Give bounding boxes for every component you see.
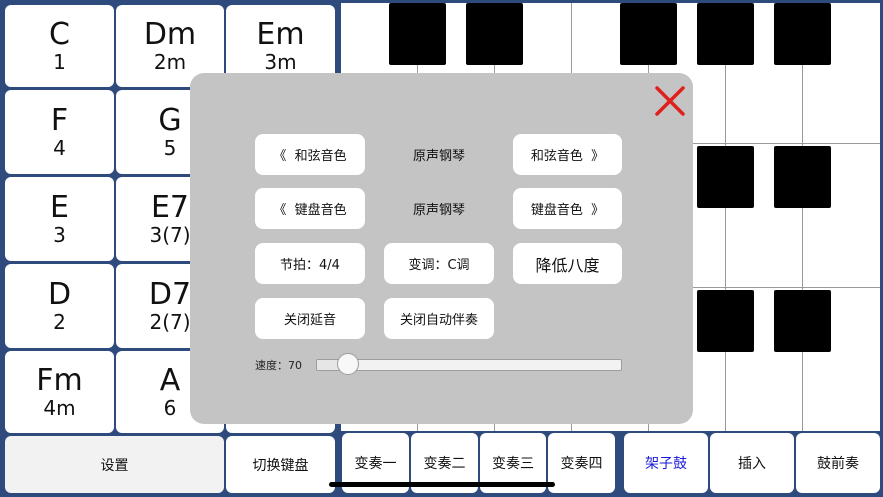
settings-button[interactable]: 设置 [5, 436, 224, 493]
chord-name: D [47, 277, 72, 312]
chord-degree: 3 [53, 223, 66, 247]
lower-octave-button[interactable]: 降低八度 [513, 243, 622, 284]
chord-name: F [50, 103, 69, 138]
speed-label: 速度：70 [255, 359, 302, 372]
chord-degree: 6 [163, 396, 177, 420]
transpose-button[interactable]: 变调：C调 [384, 243, 494, 284]
settings-panel: 《 和弦音色 原声钢琴 和弦音色 》 《 键盘音色 原声钢琴 键盘音色 》 节拍… [190, 73, 693, 424]
chord-button-c[interactable]: C 1 [5, 5, 114, 87]
chord-name: C [49, 17, 70, 52]
variation-4-button[interactable]: 变奏四 [548, 433, 615, 493]
chord-button-d[interactable]: D 2 [5, 264, 114, 348]
insert-button[interactable]: 插入 [710, 433, 794, 493]
chord-degree: 5 [163, 136, 177, 160]
chord-degree: 2 [53, 310, 66, 334]
chord-degree: 4m [43, 396, 76, 420]
chord-button-fm[interactable]: Fm 4m [5, 351, 114, 433]
home-indicator[interactable] [329, 482, 555, 487]
sustain-off-button[interactable]: 关闭延音 [255, 298, 365, 339]
switch-keyboard-button[interactable]: 切换键盘 [226, 436, 335, 493]
speed-slider-thumb[interactable] [337, 353, 360, 375]
key-tone-prev-button[interactable]: 《 键盘音色 [255, 188, 365, 229]
chord-tone-prev-button[interactable]: 《 和弦音色 [255, 134, 365, 175]
chord-name: Fm [36, 363, 83, 398]
black-key[interactable] [389, 3, 446, 65]
chord-degree: 4 [53, 136, 66, 160]
black-key[interactable] [697, 146, 754, 208]
chord-button-e[interactable]: E 3 [5, 177, 114, 261]
speed-slider[interactable] [316, 353, 622, 375]
chord-tone-value: 原声钢琴 [412, 149, 465, 164]
black-key[interactable] [774, 3, 831, 65]
key-divider [802, 3, 803, 431]
chord-name: E7 [150, 190, 190, 225]
chord-degree: 2(7) [149, 310, 191, 334]
chord-name: Em [256, 17, 305, 52]
key-tone-value: 原声钢琴 [412, 203, 465, 218]
black-key[interactable] [774, 290, 831, 352]
auto-accompaniment-off-button[interactable]: 关闭自动伴奏 [384, 298, 494, 339]
black-key[interactable] [697, 3, 754, 65]
black-key[interactable] [774, 146, 831, 208]
close-icon[interactable] [653, 84, 687, 118]
key-divider [725, 3, 726, 431]
chord-name: D7 [148, 277, 192, 312]
chord-name: A [159, 363, 181, 398]
drum-kit-button[interactable]: 架子鼓 [624, 433, 708, 493]
chord-tone-next-button[interactable]: 和弦音色 》 [513, 134, 622, 175]
key-tone-next-button[interactable]: 键盘音色 》 [513, 188, 622, 229]
chord-name: G [158, 103, 182, 138]
chord-degree: 3m [264, 50, 297, 74]
black-key[interactable] [697, 290, 754, 352]
black-key[interactable] [620, 3, 677, 65]
drum-intro-button[interactable]: 鼓前奏 [796, 433, 880, 493]
black-key[interactable] [466, 3, 523, 65]
chord-button-f[interactable]: F 4 [5, 90, 114, 174]
chord-degree: 1 [53, 50, 66, 74]
chord-degree: 2m [153, 50, 187, 74]
chord-name: E [50, 190, 69, 225]
meter-button[interactable]: 节拍：4/4 [255, 243, 365, 284]
chord-degree: 3(7) [149, 223, 191, 247]
chord-name: Dm [143, 17, 197, 52]
